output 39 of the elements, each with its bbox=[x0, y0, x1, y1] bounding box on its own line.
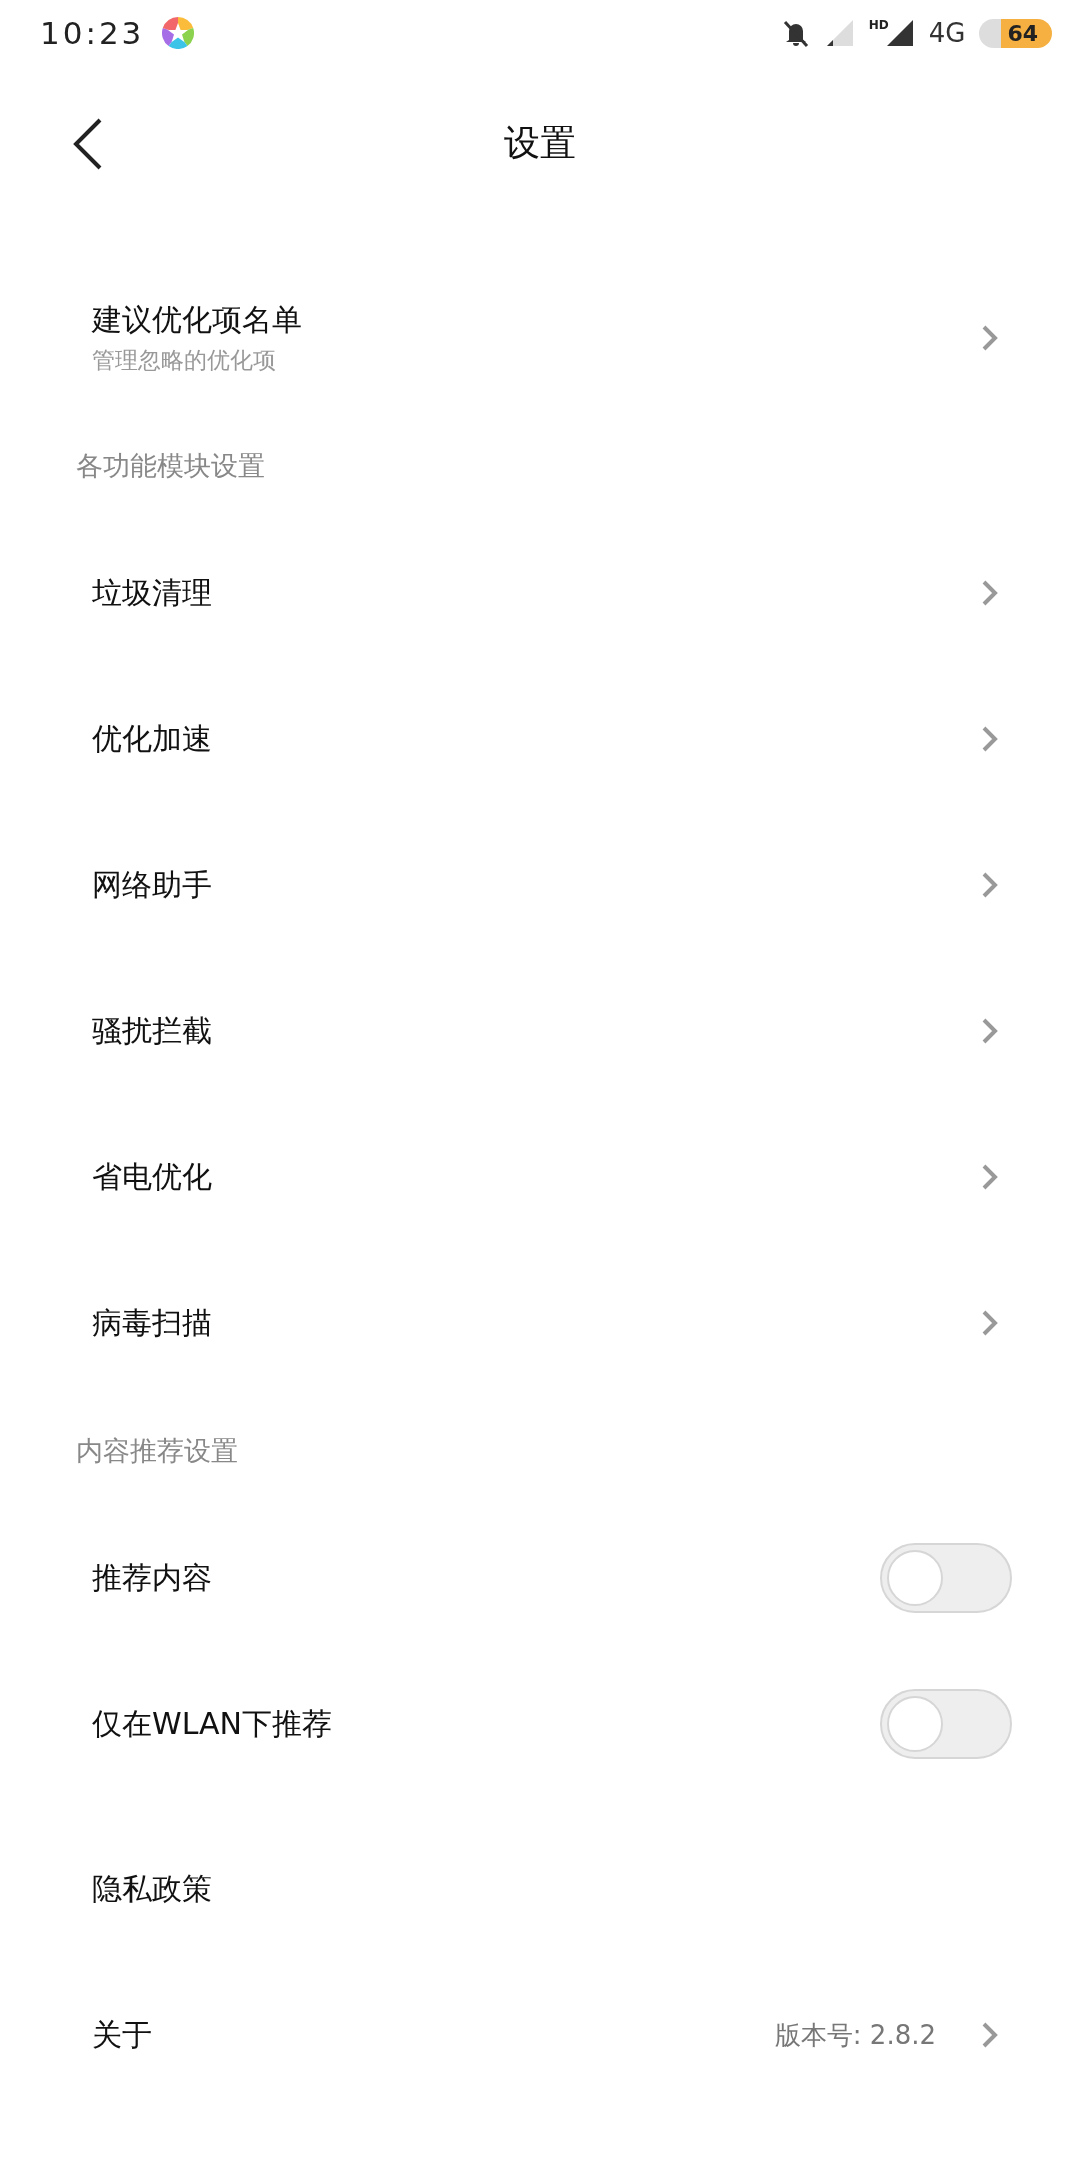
setting-label: 仅在WLAN下推荐 bbox=[92, 1704, 334, 1743]
page-title: 设置 bbox=[504, 120, 576, 165]
setting-label: 隐私政策 bbox=[92, 1869, 213, 1908]
chevron-right-icon bbox=[980, 724, 1000, 754]
network-type: 4G bbox=[928, 18, 966, 48]
chevron-right-icon bbox=[980, 1162, 1000, 1192]
clock-time: 10:23 bbox=[40, 15, 145, 51]
setting-label: 关于 bbox=[92, 2015, 153, 2054]
setting-label: 省电优化 bbox=[92, 1157, 213, 1196]
setting-row[interactable]: 关于 版本号: 2.8.2 bbox=[0, 1962, 1080, 2108]
setting-row[interactable]: 垃圾清理 bbox=[0, 520, 1080, 666]
setting-row[interactable]: 病毒扫描 bbox=[0, 1250, 1080, 1396]
setting-row[interactable]: 省电优化 bbox=[0, 1104, 1080, 1250]
setting-row[interactable]: 优化加速 bbox=[0, 666, 1080, 812]
version-text: 版本号: 2.8.2 bbox=[774, 2018, 936, 2052]
setting-label: 网络助手 bbox=[92, 865, 213, 904]
section-header: 各功能模块设置 bbox=[76, 448, 265, 483]
setting-row[interactable]: 网络助手 bbox=[0, 812, 1080, 958]
star-app-icon bbox=[162, 17, 195, 49]
setting-row[interactable]: 骚扰拦截 bbox=[0, 958, 1080, 1104]
setting-label: 病毒扫描 bbox=[92, 1303, 213, 1342]
chevron-right-icon bbox=[980, 1308, 1000, 1338]
hd-label: HD bbox=[868, 18, 889, 32]
chevron-right-icon bbox=[980, 578, 1000, 608]
setting-label: 推荐内容 bbox=[92, 1558, 213, 1597]
setting-row[interactable]: 建议优化项名单 管理忽略的优化项 bbox=[0, 265, 1080, 411]
setting-subtitle: 管理忽略的优化项 bbox=[92, 346, 277, 375]
battery-empty-segment bbox=[979, 18, 1002, 48]
setting-label: 骚扰拦截 bbox=[92, 1011, 213, 1050]
chevron-right-icon bbox=[980, 870, 1000, 900]
setting-label: 建议优化项名单 bbox=[92, 301, 303, 339]
chevron-right-icon bbox=[980, 2020, 1000, 2050]
setting-label: 垃圾清理 bbox=[92, 573, 213, 612]
battery-level-text: 64 bbox=[1001, 18, 1052, 48]
chevron-right-icon bbox=[980, 1016, 1000, 1046]
section-header: 内容推荐设置 bbox=[76, 1433, 238, 1468]
setting-label: 优化加速 bbox=[92, 719, 213, 758]
setting-row[interactable]: 隐私政策 bbox=[0, 1816, 1080, 1962]
chevron-right-icon bbox=[980, 323, 1000, 353]
